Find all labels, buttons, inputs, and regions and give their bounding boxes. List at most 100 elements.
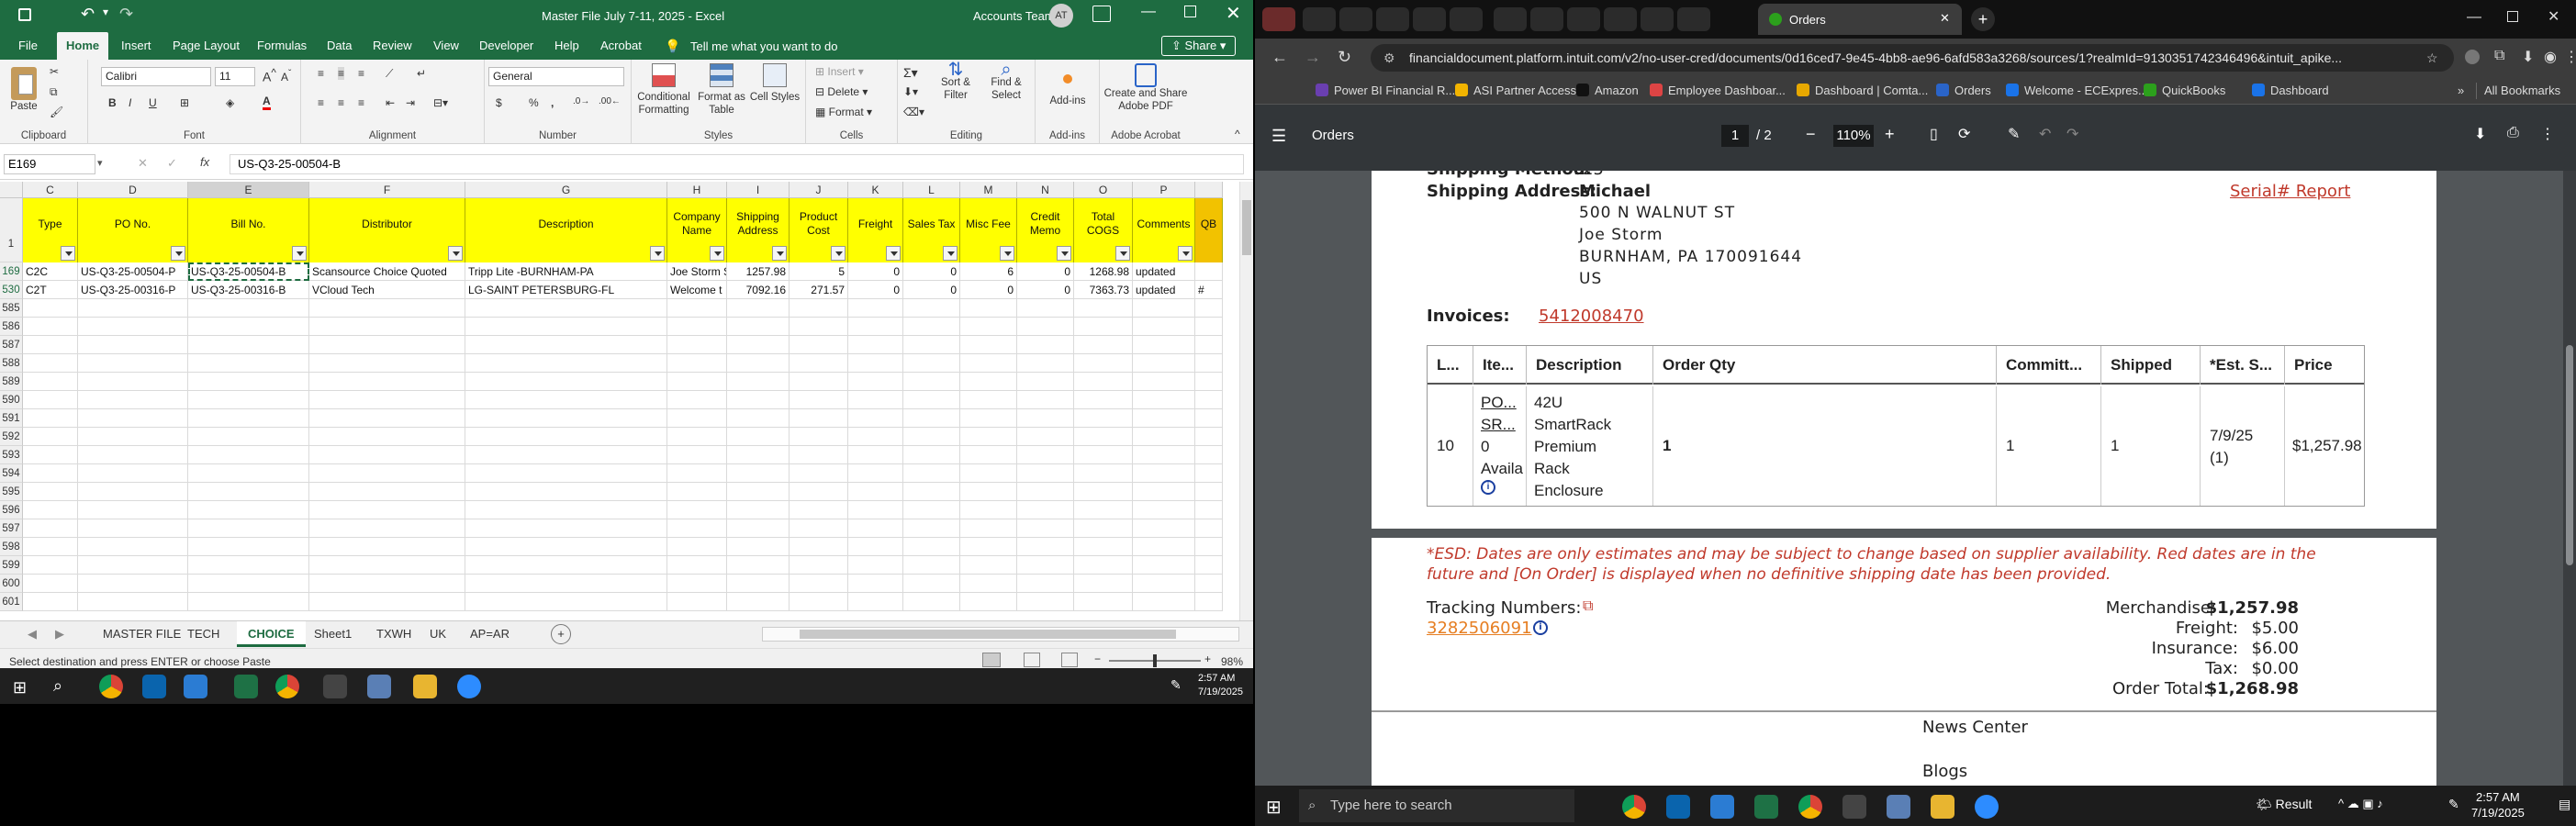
table-cell[interactable] [903, 336, 960, 354]
start-icon[interactable]: ⊞ [1266, 796, 1282, 819]
table-cell[interactable] [465, 575, 667, 593]
table-cell[interactable] [309, 483, 465, 501]
autosum-icon[interactable]: Σ▾ [903, 65, 918, 81]
bookmark-orders[interactable]: Orders [1936, 83, 1991, 99]
table-cell[interactable] [848, 501, 903, 519]
copy-icon[interactable]: ⧉ [50, 85, 58, 99]
pdf-zoom-input[interactable]: 110% [1833, 125, 1874, 147]
clear-icon[interactable]: ⌫▾ [903, 106, 924, 118]
formula-input[interactable]: US-Q3-25-00504-B [230, 154, 1244, 174]
table-cell[interactable] [903, 464, 960, 483]
table-cell[interactable] [903, 519, 960, 538]
table-cell[interactable] [848, 428, 903, 446]
table-cell[interactable] [960, 373, 1017, 391]
table-cell[interactable] [1133, 336, 1195, 354]
collapse-ribbon-icon[interactable]: ^ [1235, 128, 1240, 140]
row-header[interactable]: 595 [0, 483, 23, 501]
zoom-slider[interactable] [1109, 654, 1201, 667]
bookmark-ecexpress[interactable]: Welcome - ECExpres... [2006, 83, 2148, 99]
table-cell[interactable] [188, 428, 309, 446]
header-cell[interactable]: Comments [1133, 198, 1195, 262]
pdf-menu-icon[interactable]: ☰ [1271, 127, 1286, 146]
table-cell[interactable]: updated [1133, 262, 1195, 281]
table-cell[interactable] [903, 538, 960, 556]
fill-color-icon[interactable]: ◈ [226, 96, 234, 109]
pinned-tab-9[interactable] [1604, 7, 1637, 31]
align-right-icon[interactable]: ≡ [358, 96, 364, 109]
table-cell[interactable] [960, 464, 1017, 483]
table-cell[interactable] [78, 556, 188, 575]
wrap-text-icon[interactable]: ↵ [417, 67, 426, 80]
column-header[interactable]: F [309, 182, 465, 198]
save-icon[interactable] [18, 8, 31, 21]
table-cell[interactable] [309, 391, 465, 409]
table-cell[interactable] [790, 464, 848, 483]
table-cell[interactable] [23, 501, 78, 519]
row-header[interactable]: 600 [0, 575, 23, 593]
pinned-tab-7[interactable] [1530, 7, 1563, 31]
table-cell[interactable] [188, 318, 309, 336]
table-cell[interactable] [960, 336, 1017, 354]
table-cell[interactable] [78, 299, 188, 318]
new-tab-icon[interactable]: + [1971, 7, 1995, 31]
filter-dropdown-icon[interactable] [1178, 246, 1193, 261]
header-cell[interactable]: Shipping Address [727, 198, 790, 262]
table-cell[interactable] [790, 318, 848, 336]
filter-dropdown-icon[interactable] [1115, 246, 1130, 261]
table-cell[interactable] [960, 483, 1017, 501]
table-cell[interactable] [1074, 501, 1133, 519]
vertical-scrollbar[interactable] [1239, 182, 1253, 620]
table-cell[interactable] [465, 483, 667, 501]
column-header[interactable]: E [188, 182, 309, 198]
table-cell[interactable]: 271.57 [790, 281, 848, 299]
table-cell[interactable] [667, 519, 727, 538]
table-cell[interactable] [1017, 519, 1074, 538]
table-cell[interactable] [465, 373, 667, 391]
table-cell[interactable] [960, 354, 1017, 373]
filter-dropdown-icon[interactable] [943, 246, 958, 261]
table-cell[interactable] [78, 483, 188, 501]
table-cell[interactable] [309, 501, 465, 519]
tab-data[interactable]: Data [318, 32, 361, 60]
table-cell[interactable] [790, 354, 848, 373]
header-cell[interactable]: Distributor [309, 198, 465, 262]
pdf-page-input[interactable]: 1 [1721, 125, 1749, 147]
table-cell[interactable] [1195, 409, 1223, 428]
table-cell[interactable] [309, 354, 465, 373]
find-select-button[interactable]: ⌕ Find & Select [980, 61, 1032, 102]
font-name-select[interactable]: Calibri [101, 67, 211, 86]
select-all-corner[interactable] [0, 182, 23, 198]
table-cell[interactable] [1017, 299, 1074, 318]
borders-icon[interactable]: ⊞ [180, 96, 189, 109]
insert-function-icon[interactable]: fx [200, 155, 209, 169]
table-cell[interactable] [790, 446, 848, 464]
filter-dropdown-icon[interactable] [292, 246, 307, 261]
table-cell[interactable] [188, 336, 309, 354]
footer-blogs[interactable]: Blogs [1922, 762, 1967, 781]
table-cell[interactable] [848, 318, 903, 336]
avatar[interactable]: AT [1049, 4, 1073, 28]
pinned-tab-3[interactable] [1376, 7, 1409, 31]
table-cell[interactable] [1074, 336, 1133, 354]
table-cell[interactable]: 0 [848, 281, 903, 299]
table-cell[interactable] [309, 538, 465, 556]
table-cell[interactable] [309, 336, 465, 354]
table-cell[interactable] [1195, 391, 1223, 409]
cut-icon[interactable]: ✂ [50, 65, 59, 78]
table-cell[interactable] [848, 464, 903, 483]
table-cell[interactable]: 0 [1017, 262, 1074, 281]
table-cell[interactable] [78, 464, 188, 483]
header-cell[interactable]: Credit Memo [1017, 198, 1074, 262]
tab-review[interactable]: Review [364, 32, 421, 60]
column-header[interactable]: M [960, 182, 1017, 198]
table-cell[interactable] [309, 318, 465, 336]
table-cell[interactable] [465, 446, 667, 464]
decrease-indent-icon[interactable]: ⇤ [386, 96, 395, 109]
font-color-icon[interactable]: A [263, 95, 271, 110]
bookmark-quickbooks[interactable]: QuickBooks [2144, 83, 2225, 99]
table-cell[interactable] [78, 409, 188, 428]
table-cell[interactable] [465, 299, 667, 318]
table-cell[interactable] [848, 575, 903, 593]
edge-app-icon[interactable] [1710, 795, 1734, 819]
column-header[interactable]: G [465, 182, 667, 198]
